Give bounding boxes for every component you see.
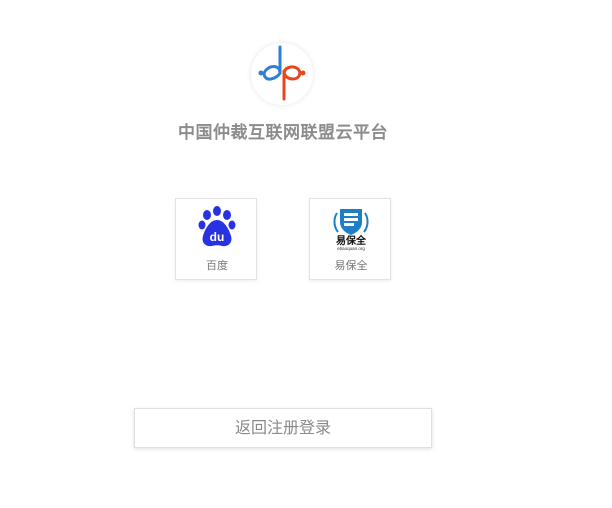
provider-label-baidu: 百度 (206, 259, 228, 272)
ebaoquan-shield-icon: 易保全 ebaoquan.org (333, 209, 369, 251)
platform-title: 中国仲裁互联网联盟云平台 (178, 123, 388, 143)
back-to-register-login-button[interactable]: 返回注册登录 (134, 408, 432, 448)
baidu-icon-text: du (210, 230, 225, 244)
platform-logo (251, 43, 313, 105)
provider-card-baidu[interactable]: du 百度 (175, 198, 257, 280)
login-provider-page: 中国仲裁互联网联盟云平台 du 百度 易保全 ebaoquan.org 易保全 … (0, 0, 612, 508)
provider-label-ebaoquan: 易保全 (334, 259, 368, 272)
ebaoquan-icon-subtext: ebaoquan.org (337, 246, 365, 251)
arbitration-dp-logo-icon (258, 45, 306, 101)
provider-card-ebaoquan[interactable]: 易保全 ebaoquan.org 易保全 (309, 198, 391, 280)
baidu-paw-icon: du (198, 206, 236, 247)
